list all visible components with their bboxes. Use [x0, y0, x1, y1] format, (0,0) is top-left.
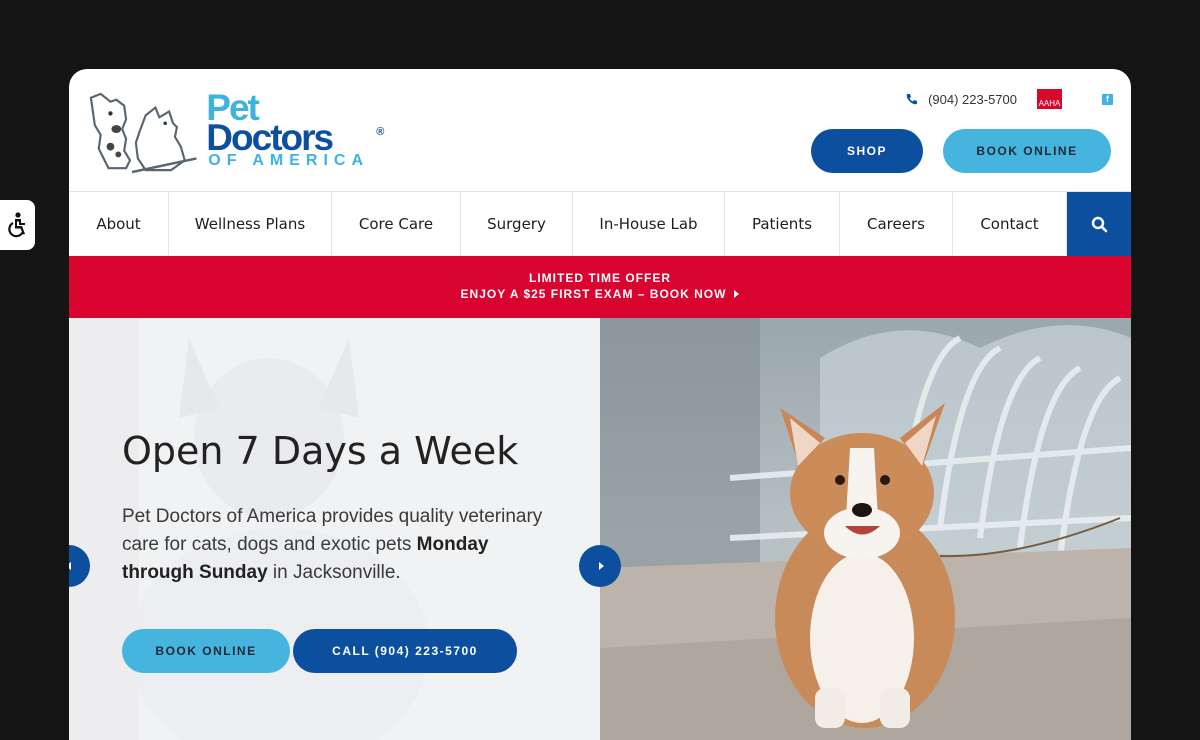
nav-item-label: Surgery [487, 214, 546, 233]
wheelchair-icon [7, 212, 25, 238]
nav-item-about[interactable]: About [69, 192, 169, 256]
hero-book-online-button[interactable]: BOOK ONLINE [122, 629, 290, 673]
hero-description: Pet Doctors of America provides quality … [122, 503, 552, 587]
pets-logo-icon [89, 92, 197, 174]
accessibility-button[interactable] [0, 200, 35, 250]
hero-body-end: in Jacksonville. [267, 562, 401, 583]
nav-item-contact[interactable]: Contact [953, 192, 1067, 256]
aaha-text: AAHA [1038, 99, 1061, 108]
site-header: Pet Doctors ® OF AMERICA (904) 223-5700 … [69, 69, 1131, 191]
promo-banner[interactable]: LIMITED TIME OFFER ENJOY A $25 FIRST EXA… [69, 256, 1131, 318]
page-frame: Pet Doctors ® OF AMERICA (904) 223-5700 … [69, 69, 1131, 740]
header-phone-link[interactable]: (904) 223-5700 [928, 93, 1017, 106]
hero-image [600, 318, 1131, 740]
nav-item-label: Contact [980, 214, 1039, 233]
promo-cta: ENJOY A $25 FIRST EXAM – BOOK NOW [461, 287, 740, 301]
registered-mark: ® [376, 126, 385, 138]
aaha-badge[interactable]: AAHA [1037, 89, 1062, 109]
search-icon [1091, 216, 1107, 232]
nav-item-label: In-House Lab [599, 214, 698, 233]
promo-cta-text: ENJOY A $25 FIRST EXAM – BOOK NOW [460, 287, 727, 301]
nav-item-label: Core Care [358, 214, 434, 233]
caret-left-icon [69, 562, 71, 570]
site-logo[interactable]: Pet Doctors ® OF AMERICA [87, 89, 392, 175]
nav-item-in-house-lab[interactable]: In-House Lab [573, 192, 725, 256]
hero-text-panel: Open 7 Days a Week Pet Doctors of Americ… [69, 318, 600, 740]
nav-item-wellness-plans[interactable]: Wellness Plans [169, 192, 332, 256]
corgi-photo [600, 318, 1131, 740]
nav-item-label: Wellness Plans [194, 214, 306, 233]
header-topbar: (904) 223-5700 AAHA f [906, 89, 1113, 109]
facebook-icon[interactable]: f [1102, 93, 1113, 105]
nav-item-surgery[interactable]: Surgery [461, 192, 573, 256]
shop-button[interactable]: SHOP [811, 129, 923, 173]
hero-title: Open 7 Days a Week [122, 429, 519, 473]
caret-right-icon [598, 562, 604, 570]
phone-icon [906, 94, 918, 105]
book-online-button[interactable]: BOOK ONLINE [943, 129, 1111, 173]
logo-wordmark: Pet Doctors ® OF AMERICA [206, 89, 392, 175]
nav-item-label: Careers [867, 214, 925, 233]
facebook-glyph: f [1106, 93, 1109, 104]
nav-item-label: About [96, 214, 141, 233]
nav-item-patients[interactable]: Patients [725, 192, 840, 256]
hero-slider: Open 7 Days a Week Pet Doctors of Americ… [69, 318, 1131, 740]
logo-of-america-text: OF AMERICA [208, 152, 370, 169]
nav-item-label: Patients [751, 214, 813, 233]
nav-item-core-care[interactable]: Core Care [332, 192, 461, 256]
main-nav: About Wellness Plans Core Care Surgery I… [69, 191, 1131, 256]
nav-search-button[interactable] [1067, 192, 1131, 256]
caret-right-icon [734, 290, 740, 298]
logo-doctors-text: Doctors [206, 117, 334, 158]
promo-heading: LIMITED TIME OFFER [529, 271, 671, 285]
nav-item-careers[interactable]: Careers [840, 192, 953, 256]
slider-next-button[interactable] [579, 545, 621, 587]
hero-call-button[interactable]: CALL (904) 223-5700 [293, 629, 517, 673]
